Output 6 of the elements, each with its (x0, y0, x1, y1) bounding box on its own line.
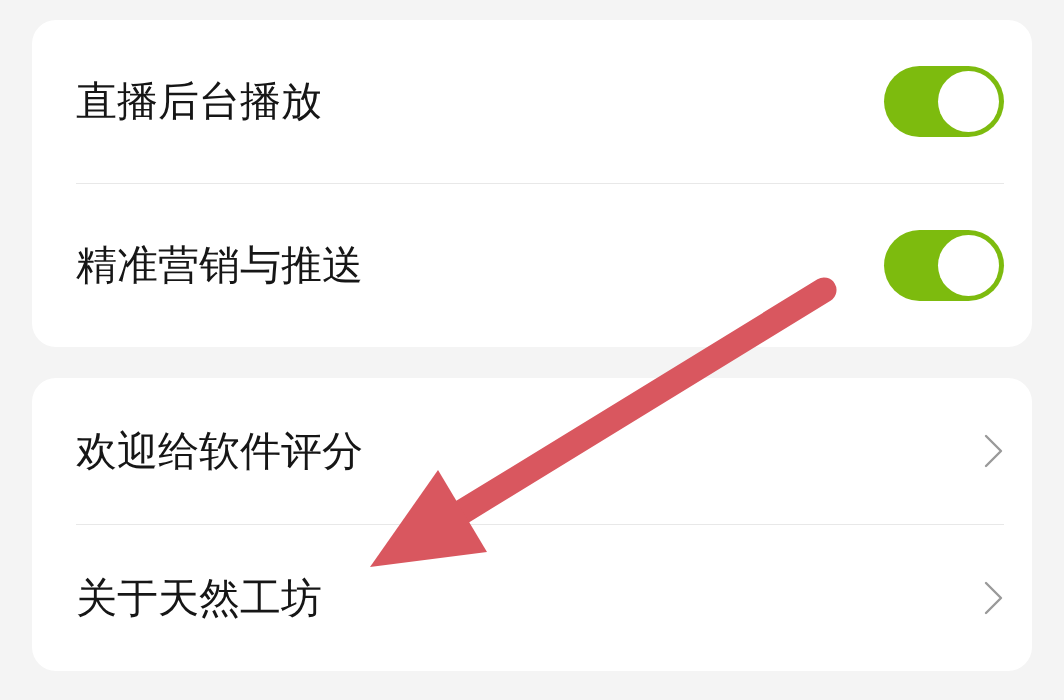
settings-list-item[interactable]: 欢迎给软件评分 (76, 378, 1004, 524)
settings-list-item[interactable]: 关于天然工坊 (76, 525, 1004, 671)
chevron-right-icon (983, 434, 1003, 468)
setting-label: 直播后台播放 (76, 76, 322, 127)
chevron-right-icon (983, 581, 1003, 615)
setting-label: 精准营销与推送 (76, 240, 363, 291)
